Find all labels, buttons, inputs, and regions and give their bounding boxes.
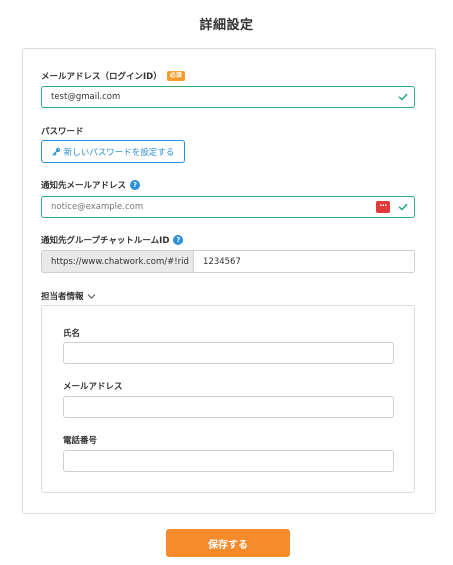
contact-email-label: メールアドレス bbox=[63, 382, 123, 392]
contact-phone-label: 電話番号 bbox=[63, 436, 98, 446]
notify-email-placeholder: notice@example.com bbox=[51, 202, 144, 212]
chatwork-room-label: 通知先グループチャットルームID bbox=[41, 236, 170, 246]
email-value: test@gmail.com bbox=[51, 92, 121, 102]
required-badge: 必須 bbox=[166, 71, 185, 81]
help-icon[interactable]: ? bbox=[130, 180, 141, 190]
email-label: メールアドレス（ログインID） bbox=[41, 72, 162, 82]
set-new-password-label: 新しいパスワードを設定する bbox=[63, 147, 175, 158]
email-label-row: メールアドレス（ログインID） 必須 bbox=[41, 70, 185, 82]
chatwork-room-label-row: 通知先グループチャットルームID ? bbox=[41, 234, 184, 246]
password-label-row: パスワード bbox=[41, 125, 84, 137]
help-icon[interactable]: ? bbox=[173, 235, 184, 245]
set-new-password-button[interactable]: 新しいパスワードを設定する bbox=[41, 140, 185, 163]
chevron-down-icon bbox=[87, 293, 95, 299]
contact-name-label: 氏名 bbox=[63, 329, 81, 339]
contact-section-label: 担当者情報 bbox=[41, 292, 84, 302]
key-icon bbox=[52, 147, 60, 156]
contact-name-field[interactable] bbox=[63, 342, 394, 364]
notify-email-label-row: 通知先メールアドレス ? bbox=[41, 179, 141, 191]
check-icon bbox=[398, 93, 408, 101]
more-dots-icon[interactable]: ··· bbox=[376, 201, 390, 213]
chatwork-room-input-group: https://www.chatwork.com/#!rid 1234567 bbox=[41, 250, 415, 273]
page-title: 詳細設定 bbox=[199, 18, 254, 33]
chatwork-url-prefix: https://www.chatwork.com/#!rid bbox=[42, 251, 194, 272]
notify-email-field[interactable]: notice@example.com ··· bbox=[41, 196, 415, 218]
contact-section-toggle[interactable]: 担当者情報 bbox=[41, 290, 96, 302]
contact-email-field[interactable] bbox=[63, 396, 394, 418]
chatwork-room-id-field[interactable]: 1234567 bbox=[194, 251, 414, 272]
notify-email-label: 通知先メールアドレス bbox=[41, 181, 127, 191]
save-button[interactable]: 保存する bbox=[166, 529, 290, 557]
contact-phone-field[interactable] bbox=[63, 450, 394, 472]
check-icon bbox=[398, 203, 408, 211]
email-field[interactable]: test@gmail.com bbox=[41, 86, 415, 108]
password-label: パスワード bbox=[41, 127, 84, 137]
